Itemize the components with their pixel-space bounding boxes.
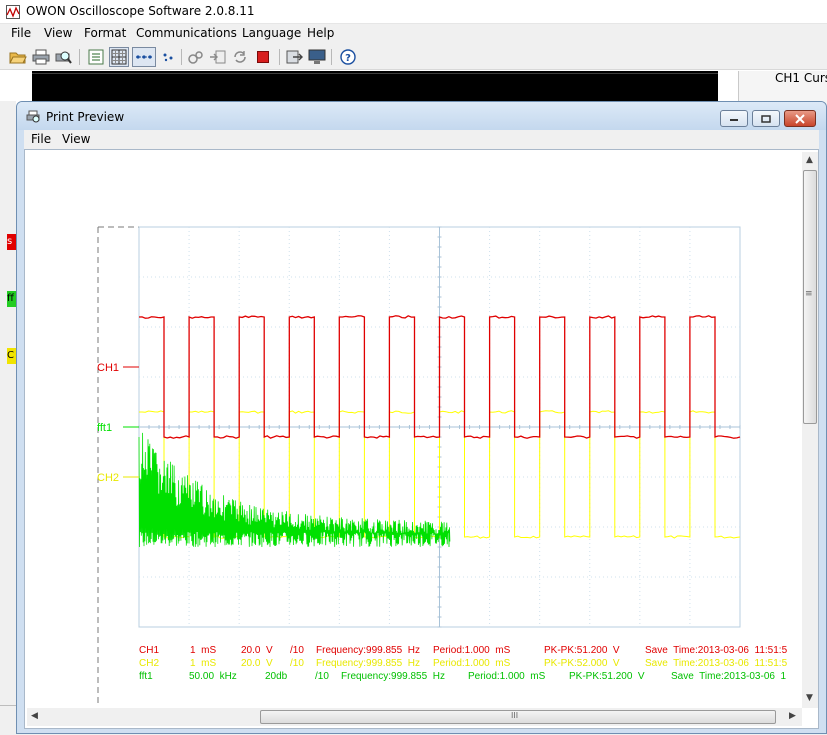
oscilloscope-logo-icon [6,5,20,19]
info-cell: 1 mS [190,645,217,656]
print-preview-title: Print Preview [46,110,125,124]
app-menu-bar: File View Format Communications Language… [0,24,827,44]
info-cell: Period:1.000 mS [433,645,511,656]
svg-text:?: ? [345,53,351,64]
info-cell: Period:1.000 mS [433,658,511,669]
info-cell: fft1 [139,671,153,682]
maximize-button[interactable] [752,110,780,127]
app-title-bar: OWON Oscilloscope Software 2.0.8.11 [0,0,827,24]
info-cell: PK-PK:51.200 V [569,671,645,682]
info-cell: CH1 [139,645,160,656]
print-preview-icon [26,110,40,123]
info-cell: PK-PK:52.000 V [544,658,620,669]
scroll-left-icon[interactable]: ◀ [31,711,38,721]
info-cell: Frequency:999.855 Hz [316,658,420,669]
scroll-up-icon[interactable]: ▲ [806,155,813,165]
background-scope-screen [32,71,718,101]
vertical-scroll-thumb[interactable]: ≡ [803,170,817,424]
menu-language[interactable]: Language [242,26,301,40]
print-preview-icon[interactable] [53,47,73,67]
info-cell: 20db [265,671,288,682]
stop-icon[interactable] [253,47,273,67]
info-cell: /10 [290,658,304,669]
vertical-scrollbar[interactable]: ▲ ≡ ▼ [802,152,818,708]
info-cell: 50.00 kHz [189,671,237,682]
refresh-icon[interactable] [230,47,250,67]
left-mark-red: s [7,234,16,250]
close-icon [795,113,805,124]
list-icon[interactable] [86,47,106,67]
cursor-measure-icon[interactable] [132,47,156,67]
info-cell: 1 mS [190,658,217,669]
app-title: OWON Oscilloscope Software 2.0.8.11 [26,4,255,18]
print-preview-title-bar: Print Preview [17,102,826,130]
monitor-icon[interactable] [307,47,327,67]
app-toolbar: ? [0,44,827,70]
scroll-right-icon[interactable]: ▶ [789,711,796,721]
info-cell: 20.0 V [241,658,273,669]
close-button[interactable] [784,110,816,127]
dots-icon[interactable] [158,47,178,67]
grid-toggle-icon[interactable] [109,47,129,67]
connect-icon[interactable] [186,47,206,67]
info-cell: PK-PK:51.200 V [544,645,620,656]
print-preview-menu-bar: File View [24,130,819,149]
menu-help[interactable]: Help [307,26,334,40]
help-icon[interactable]: ? [338,47,358,67]
menu-format[interactable]: Format [84,26,126,40]
oscilloscope-plot: CH1 fft1 CH2 [97,226,741,706]
menu-file[interactable]: File [11,26,31,40]
pp-menu-view[interactable]: View [62,132,90,146]
info-cell: /10 [315,671,329,682]
menu-view[interactable]: View [44,26,72,40]
ch1-trace [138,315,741,439]
channel-marker-label: CH2 [97,472,119,484]
info-cell: Frequency:999.855 Hz [341,671,445,682]
info-cell: /10 [290,645,304,656]
info-cell: Period:1.000 mS [468,671,546,682]
info-cell: Save Time:2013-03-06 11:51:5 [645,645,788,656]
plot-traces [138,315,741,548]
channel-marker-label: CH1 [97,362,119,374]
open-folder-icon[interactable] [8,47,28,67]
horizontal-scrollbar[interactable]: ◀ III ▶ [27,708,802,726]
menu-communications[interactable]: Communications [136,26,237,40]
info-cell: Save Time:2013-03-06 11:51:5 [645,658,788,669]
export-icon[interactable] [284,47,304,67]
pp-menu-file[interactable]: File [31,132,51,146]
transfer-icon[interactable] [208,47,228,67]
print-icon[interactable] [31,47,51,67]
info-cell: CH2 [139,658,160,669]
background-left-panel: s ff C [0,101,16,706]
channel-marker-label: fft1 [97,422,112,434]
horizontal-scroll-thumb[interactable]: III [260,710,776,724]
ch1-cursor-label: CH1 Curs [775,71,827,85]
channel-markers: CH1 fft1 CH2 [97,362,139,484]
print-preview-page: CH1 fft1 CH2 CH1 1 mS 20.0 V/10 Frequency:999… [24,149,819,729]
left-mark-green: ff [7,291,16,307]
fft1-trace [138,432,451,548]
info-cell: Frequency:999.855 Hz [316,645,420,656]
minimize-button[interactable] [720,110,748,127]
print-preview-window: Print Preview File View CH1 fft1 CH2 CH1 1 … [16,101,827,734]
scroll-down-icon[interactable]: ▼ [806,693,813,703]
info-cell: 20.0 V [241,645,273,656]
info-cell: Save Time:2013-03-06 1 [671,671,787,682]
left-mark-yellow: C [7,348,16,364]
